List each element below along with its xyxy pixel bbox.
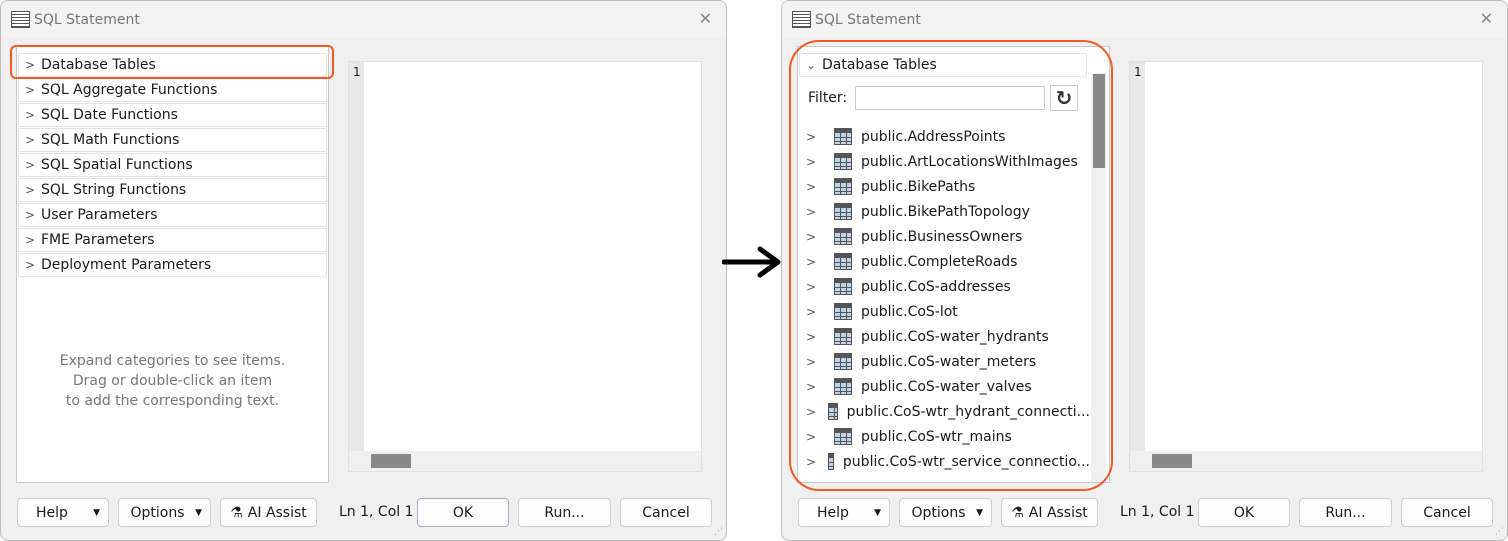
run-button[interactable]: Run... [1299, 498, 1392, 527]
scrollbar-thumb[interactable] [1152, 454, 1192, 468]
hint-line: to add the corresponding text. [65, 393, 280, 409]
label: Help [817, 504, 849, 521]
sql-document-icon [11, 11, 30, 28]
cursor-position: Ln 1, Col 1 [1120, 504, 1195, 520]
resize-grip[interactable]: ⋰ [1495, 527, 1504, 537]
ai-assist-button[interactable]: ⚗ AI Assist [220, 498, 317, 527]
close-button[interactable]: ✕ [699, 9, 712, 28]
chevron-right-icon: > [25, 258, 36, 272]
flask-icon: ⚗ [1011, 504, 1024, 521]
horizontal-scrollbar[interactable] [349, 451, 701, 471]
category-item[interactable]: > SQL Math Functions [18, 128, 327, 152]
chevron-right-icon: > [25, 133, 36, 147]
cancel-button[interactable]: Cancel [1401, 498, 1493, 527]
ok-button[interactable]: OK [417, 498, 509, 527]
cursor-position: Ln 1, Col 1 [339, 504, 414, 520]
chevron-right-icon: > [25, 208, 36, 222]
ok-button[interactable]: OK [1198, 498, 1290, 527]
highlight-outline [789, 40, 1113, 491]
label: Help [36, 504, 68, 521]
run-button[interactable]: Run... [518, 498, 611, 527]
category-item[interactable]: > User Parameters [18, 203, 327, 227]
help-button[interactable]: Help ▼ [17, 498, 109, 527]
category-label: SQL Date Functions [41, 107, 178, 123]
category-item[interactable]: > FME Parameters [18, 228, 327, 252]
dialog-title: SQL Statement [815, 11, 921, 28]
category-label: Deployment Parameters [41, 257, 212, 273]
category-label: FME Parameters [41, 232, 155, 248]
label: AI Assist [1028, 504, 1088, 521]
category-panel: > Database Tables > SQL Aggregate Functions… [16, 46, 329, 483]
chevron-right-icon: > [25, 108, 36, 122]
chevron-right-icon: > [25, 233, 36, 247]
chevron-right-icon: > [25, 83, 36, 97]
label: Options [911, 504, 966, 521]
label: Options [130, 504, 185, 521]
title-bar: SQL Statement [1, 1, 726, 38]
label: AI Assist [247, 504, 307, 521]
category-label: SQL String Functions [41, 182, 187, 198]
flask-icon: ⚗ [230, 504, 243, 521]
help-button[interactable]: Help ▼ [798, 498, 890, 527]
dropdown-arrow-icon: ▼ [93, 507, 100, 518]
category-label: SQL Spatial Functions [41, 157, 193, 173]
dropdown-arrow-icon: ▼ [976, 507, 983, 518]
options-button[interactable]: Options ▼ [899, 498, 992, 527]
title-bar: SQL Statement [782, 1, 1507, 38]
close-button[interactable]: ✕ [1480, 9, 1493, 28]
dropdown-arrow-icon: ▼ [195, 507, 202, 518]
category-item[interactable]: > SQL Aggregate Functions [18, 78, 327, 102]
horizontal-scrollbar[interactable] [1130, 451, 1482, 471]
sql-editor[interactable]: 1 [348, 61, 702, 472]
category-label: User Parameters [41, 207, 158, 223]
category-item[interactable]: > SQL Spatial Functions [18, 153, 327, 177]
options-button[interactable]: Options ▼ [118, 498, 211, 527]
scrollbar-thumb[interactable] [371, 454, 411, 468]
dropdown-arrow-icon: ▼ [874, 507, 881, 518]
category-item[interactable]: > Deployment Parameters [18, 253, 327, 277]
hint-text: Expand categories to see items. Drag or … [17, 351, 328, 411]
sql-editor[interactable]: 1 [1129, 61, 1483, 472]
arrow-right-icon [722, 246, 781, 278]
category-label: SQL Math Functions [41, 132, 180, 148]
category-item[interactable]: > SQL Date Functions [18, 103, 327, 127]
line-gutter: 1 [1130, 62, 1145, 451]
cancel-button[interactable]: Cancel [620, 498, 712, 527]
ai-assist-button[interactable]: ⚗ AI Assist [1001, 498, 1098, 527]
chevron-right-icon: > [25, 183, 36, 197]
highlight-outline [10, 45, 334, 79]
line-gutter: 1 [349, 62, 364, 451]
sql-document-icon [792, 11, 811, 28]
category-label: SQL Aggregate Functions [41, 82, 218, 98]
dialog-title: SQL Statement [34, 11, 140, 28]
sql-statement-dialog-collapsed: SQL Statement ✕ > Database Tables > SQL Agg… [0, 0, 727, 541]
hint-line: Drag or double-click an item [72, 373, 273, 389]
hint-line: Expand categories to see items. [59, 353, 286, 369]
resize-grip[interactable]: ⋰ [714, 527, 723, 537]
category-item[interactable]: > SQL String Functions [18, 178, 327, 202]
chevron-right-icon: > [25, 158, 36, 172]
